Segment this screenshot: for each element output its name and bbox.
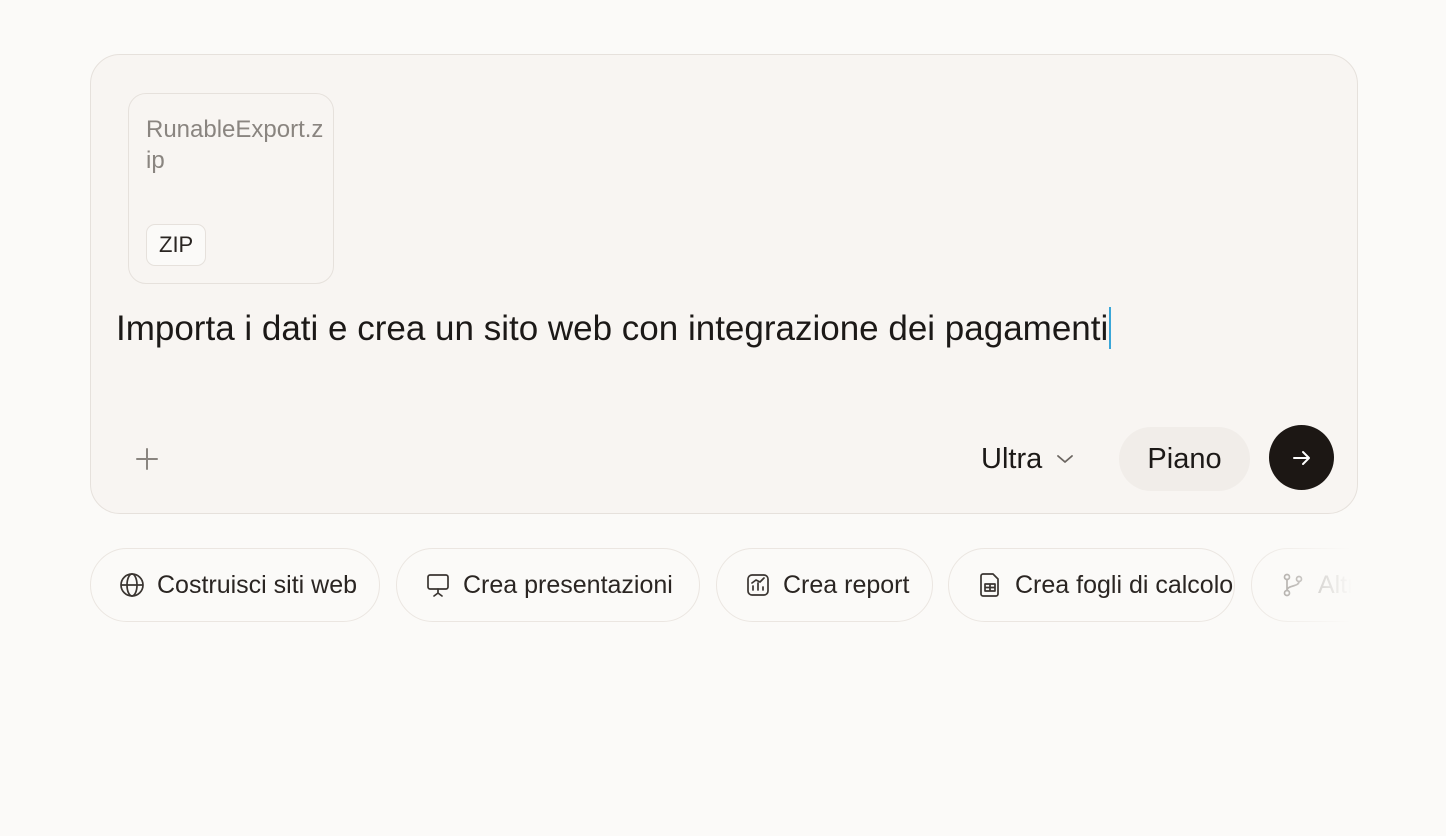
- suggestion-label: Altro: [1318, 570, 1370, 599]
- suggestion-label: Crea report: [783, 570, 910, 599]
- attachment-file-name: RunableExport.zip: [146, 116, 324, 174]
- suggestion-create-presentations[interactable]: Crea presentazioni: [396, 548, 700, 622]
- send-button[interactable]: [1269, 425, 1334, 490]
- suggestion-label: Crea presentazioni: [463, 570, 673, 599]
- suggestion-more[interactable]: Altro: [1251, 548, 1380, 622]
- suggestion-create-spreadsheets[interactable]: Crea fogli di calcolo: [948, 548, 1235, 622]
- plan-button[interactable]: Piano: [1119, 427, 1250, 491]
- attachment-type-badge: ZIP: [146, 224, 207, 266]
- text-caret: [1109, 307, 1112, 349]
- prompt-composer: RunableExport.zip ZIP Importa i dati e c…: [90, 54, 1358, 514]
- presentation-icon: [425, 572, 451, 598]
- chart-icon: [745, 572, 771, 598]
- model-select-value: Ultra: [981, 442, 1043, 475]
- prompt-input[interactable]: Importa i dati e crea un sito web con in…: [116, 307, 1112, 351]
- chevron-down-icon: [1056, 453, 1074, 465]
- suggestion-label: Costruisci siti web: [157, 570, 358, 599]
- spreadsheet-icon: [977, 572, 1003, 598]
- prompt-text: Importa i dati e crea un sito web con in…: [116, 309, 1109, 348]
- add-attachment-button[interactable]: [129, 441, 165, 477]
- arrow-right-icon: [1292, 450, 1310, 465]
- model-select[interactable]: Ultra: [981, 437, 1074, 481]
- suggestion-chips: Costruisci siti web Crea presentazioni C…: [90, 548, 1380, 622]
- globe-icon: [119, 572, 145, 598]
- plus-icon: [136, 448, 158, 470]
- suggestion-build-websites[interactable]: Costruisci siti web: [90, 548, 380, 622]
- branch-icon: [1280, 572, 1306, 598]
- file-attachment-card[interactable]: RunableExport.zip ZIP: [128, 93, 334, 284]
- suggestion-create-report[interactable]: Crea report: [716, 548, 933, 622]
- suggestion-label: Crea fogli di calcolo: [1015, 570, 1234, 599]
